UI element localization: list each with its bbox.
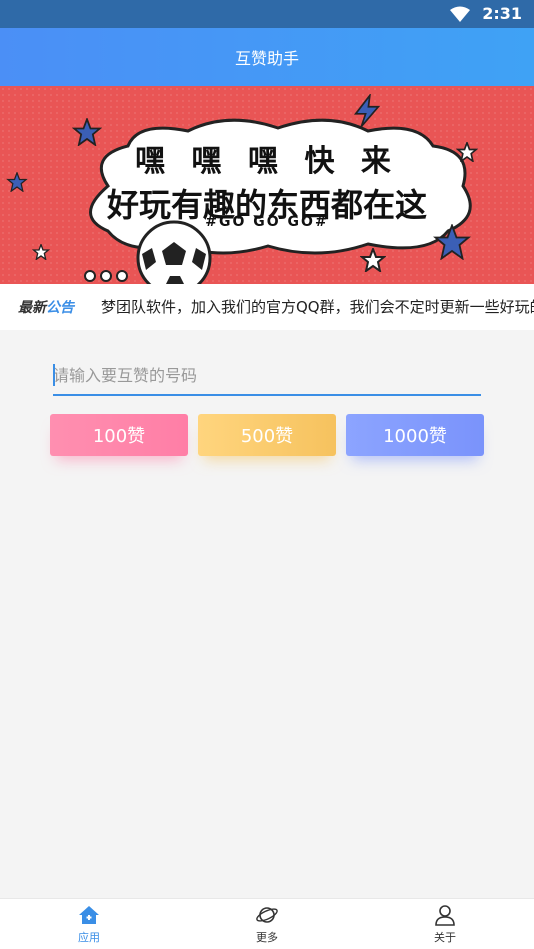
planet-icon <box>256 907 278 923</box>
page-title: 互赞助手 <box>234 49 299 68</box>
tab-apps[interactable]: 应用 <box>0 899 178 949</box>
tab-more-label: 更多 <box>256 931 278 944</box>
soccer-ball-icon <box>136 220 212 284</box>
lightning-icon <box>353 94 381 128</box>
star-icon <box>360 248 386 272</box>
person-icon <box>435 905 455 926</box>
notice-tag: 最新公告 <box>18 300 74 316</box>
carousel-indicator <box>84 270 128 282</box>
notice-bar[interactable]: 最新公告 梦团队软件，加入我们的官方QQ群，我们会不定时更新一些好玩的东西 <box>0 284 534 330</box>
star-icon <box>72 118 102 146</box>
star-icon <box>6 172 28 192</box>
like-1000-button[interactable]: 1000赞 <box>346 414 484 456</box>
home-icon <box>79 906 99 924</box>
number-input-wrap[interactable] <box>53 358 481 396</box>
banner-image[interactable]: 嘿 嘿 嘿 快 来 好玩有趣的东西都在这 #GO GO GO# <box>0 86 534 284</box>
star-icon <box>32 244 50 260</box>
number-input[interactable] <box>53 358 481 392</box>
notice-text: 梦团队软件，加入我们的官方QQ群，我们会不定时更新一些好玩的东西 <box>101 298 534 316</box>
tab-more[interactable]: 更多 <box>178 899 356 949</box>
tab-apps-label: 应用 <box>78 931 100 944</box>
tab-about-label: 关于 <box>434 931 456 944</box>
status-time: 2:31 <box>482 4 522 23</box>
star-icon <box>433 224 471 260</box>
wifi-icon <box>450 6 470 22</box>
like-500-button[interactable]: 500赞 <box>198 414 336 456</box>
like-100-button[interactable]: 100赞 <box>50 414 188 456</box>
tab-about[interactable]: 关于 <box>356 899 534 949</box>
text-cursor <box>53 364 55 386</box>
status-bar: 2:31 <box>0 0 534 28</box>
app-bar: 互赞助手 <box>0 28 534 86</box>
star-icon <box>456 142 478 162</box>
bottom-nav: 应用 更多 关于 <box>0 898 534 949</box>
